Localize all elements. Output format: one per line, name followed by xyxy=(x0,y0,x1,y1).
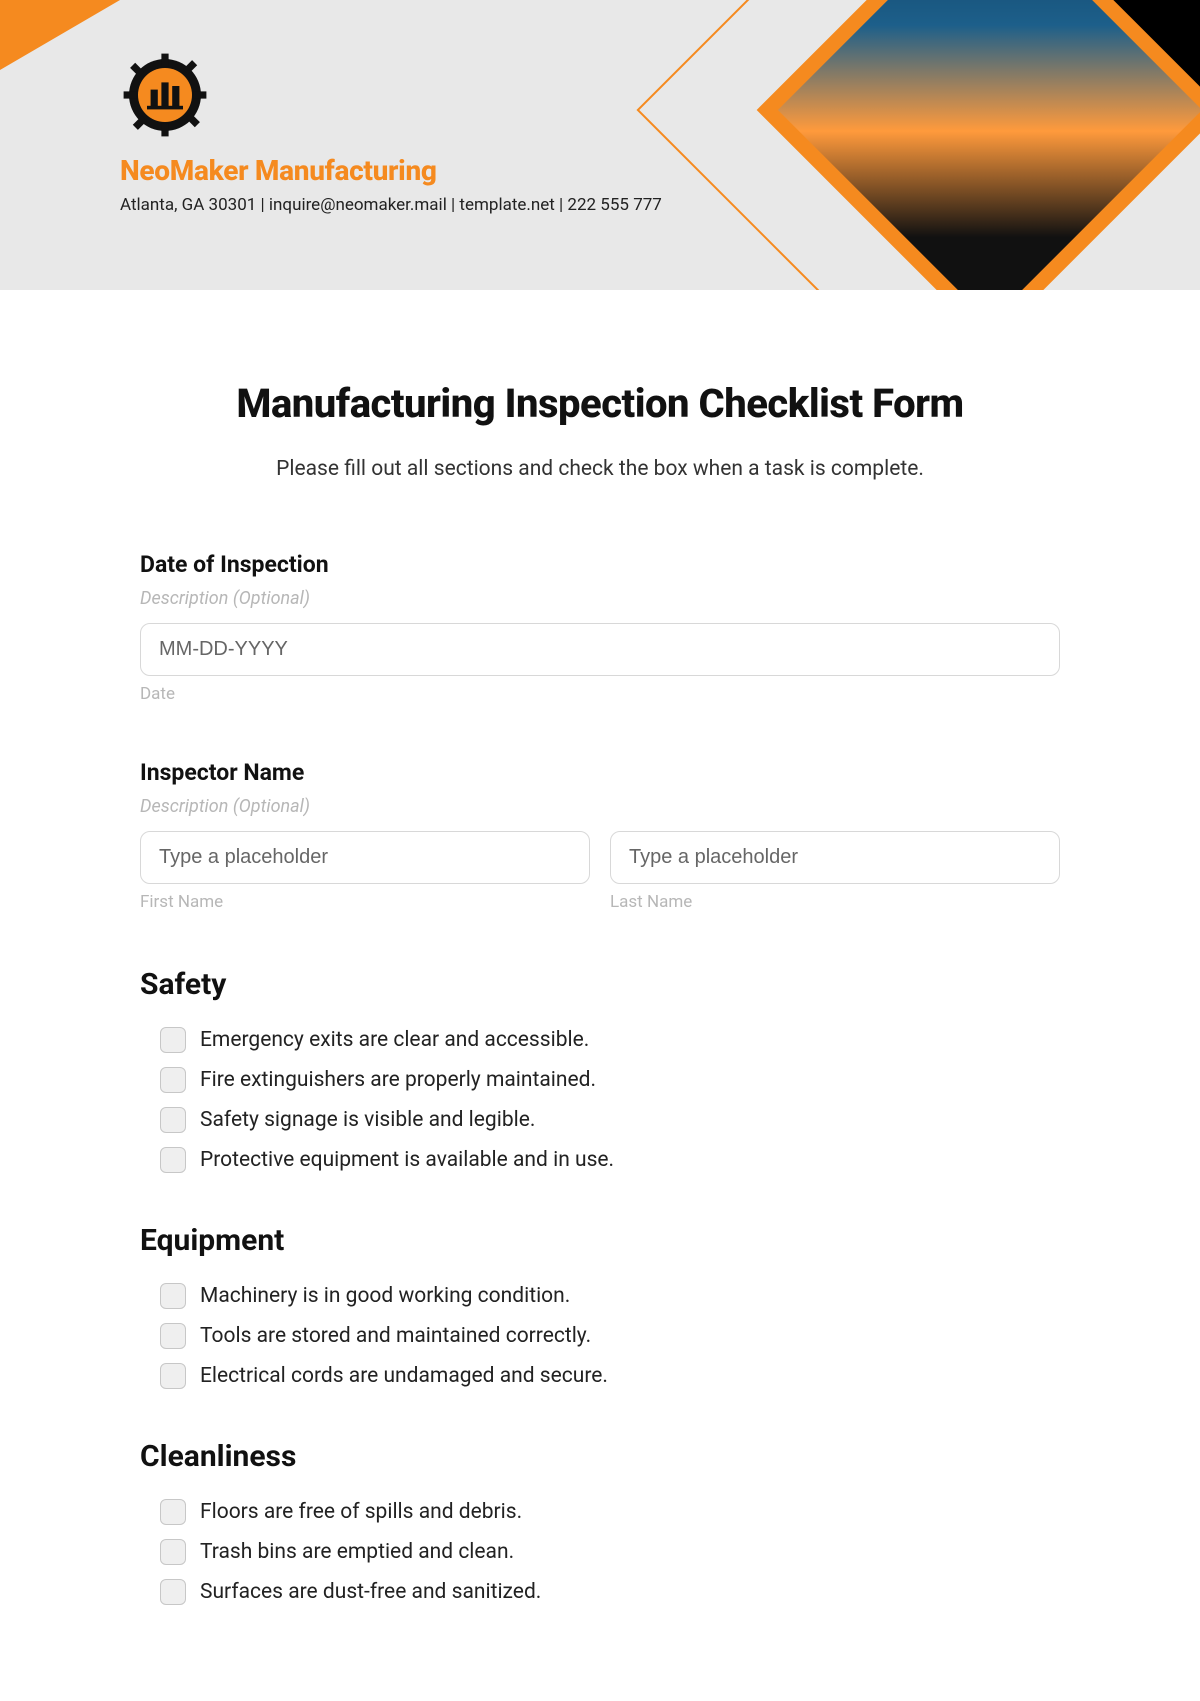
company-name: NeoMaker Manufacturing xyxy=(120,154,662,187)
inspector-name-description: Description (Optional) xyxy=(140,796,1060,817)
check-label: Floors are free of spills and debris. xyxy=(200,1500,522,1524)
list-item: Safety signage is visible and legible. xyxy=(160,1107,1060,1133)
first-name-sublabel: First Name xyxy=(140,892,590,912)
cleanliness-title: Cleanliness xyxy=(140,1439,1060,1474)
checkbox[interactable] xyxy=(160,1539,186,1565)
check-label: Emergency exits are clear and accessible… xyxy=(200,1028,589,1052)
list-item: Machinery is in good working condition. xyxy=(160,1283,1060,1309)
last-name-input[interactable] xyxy=(610,831,1060,884)
list-item: Protective equipment is available and in… xyxy=(160,1147,1060,1173)
checkbox[interactable] xyxy=(160,1147,186,1173)
company-logo-icon xyxy=(120,50,210,140)
form-content: Manufacturing Inspection Checklist Form … xyxy=(0,290,1200,1679)
logo-block: NeoMaker Manufacturing Atlanta, GA 30301… xyxy=(120,50,662,215)
check-label: Fire extinguishers are properly maintain… xyxy=(200,1068,596,1092)
date-input[interactable] xyxy=(140,623,1060,676)
last-name-sublabel: Last Name xyxy=(610,892,1060,912)
checkbox[interactable] xyxy=(160,1283,186,1309)
list-item: Floors are free of spills and debris. xyxy=(160,1499,1060,1525)
checkbox[interactable] xyxy=(160,1363,186,1389)
checkbox[interactable] xyxy=(160,1107,186,1133)
inspector-name-label: Inspector Name xyxy=(140,759,1060,786)
checkbox[interactable] xyxy=(160,1499,186,1525)
checkbox[interactable] xyxy=(160,1067,186,1093)
checkbox[interactable] xyxy=(160,1323,186,1349)
form-title: Manufacturing Inspection Checklist Form xyxy=(140,380,1060,427)
list-item: Tools are stored and maintained correctl… xyxy=(160,1323,1060,1349)
list-item: Electrical cords are undamaged and secur… xyxy=(160,1363,1060,1389)
checkbox[interactable] xyxy=(160,1579,186,1605)
equipment-list: Machinery is in good working condition. … xyxy=(140,1283,1060,1389)
check-label: Tools are stored and maintained correctl… xyxy=(200,1324,591,1348)
equipment-title: Equipment xyxy=(140,1223,1060,1258)
date-label: Date of Inspection xyxy=(140,551,1060,578)
page-header: NeoMaker Manufacturing Atlanta, GA 30301… xyxy=(0,0,1200,290)
check-label: Electrical cords are undamaged and secur… xyxy=(200,1364,608,1388)
corner-triangle-decoration xyxy=(0,0,120,70)
check-label: Machinery is in good working condition. xyxy=(200,1284,570,1308)
safety-list: Emergency exits are clear and accessible… xyxy=(140,1027,1060,1173)
company-meta: Atlanta, GA 30301 | inquire@neomaker.mai… xyxy=(120,195,662,215)
date-field-group: Date of Inspection Description (Optional… xyxy=(140,551,1060,704)
list-item: Surfaces are dust-free and sanitized. xyxy=(160,1579,1060,1605)
date-sublabel: Date xyxy=(140,684,1060,704)
check-label: Surfaces are dust-free and sanitized. xyxy=(200,1580,541,1604)
cleanliness-list: Floors are free of spills and debris. Tr… xyxy=(140,1499,1060,1605)
checkbox[interactable] xyxy=(160,1027,186,1053)
form-subtitle: Please fill out all sections and check t… xyxy=(140,457,1060,481)
name-field-group: Inspector Name Description (Optional) Fi… xyxy=(140,759,1060,912)
safety-title: Safety xyxy=(140,967,1060,1002)
first-name-input[interactable] xyxy=(140,831,590,884)
list-item: Emergency exits are clear and accessible… xyxy=(160,1027,1060,1053)
check-label: Safety signage is visible and legible. xyxy=(200,1108,535,1132)
date-description: Description (Optional) xyxy=(140,588,1060,609)
list-item: Trash bins are emptied and clean. xyxy=(160,1539,1060,1565)
list-item: Fire extinguishers are properly maintain… xyxy=(160,1067,1060,1093)
check-label: Protective equipment is available and in… xyxy=(200,1148,614,1172)
check-label: Trash bins are emptied and clean. xyxy=(200,1540,514,1564)
black-corner-decoration xyxy=(1020,0,1200,130)
